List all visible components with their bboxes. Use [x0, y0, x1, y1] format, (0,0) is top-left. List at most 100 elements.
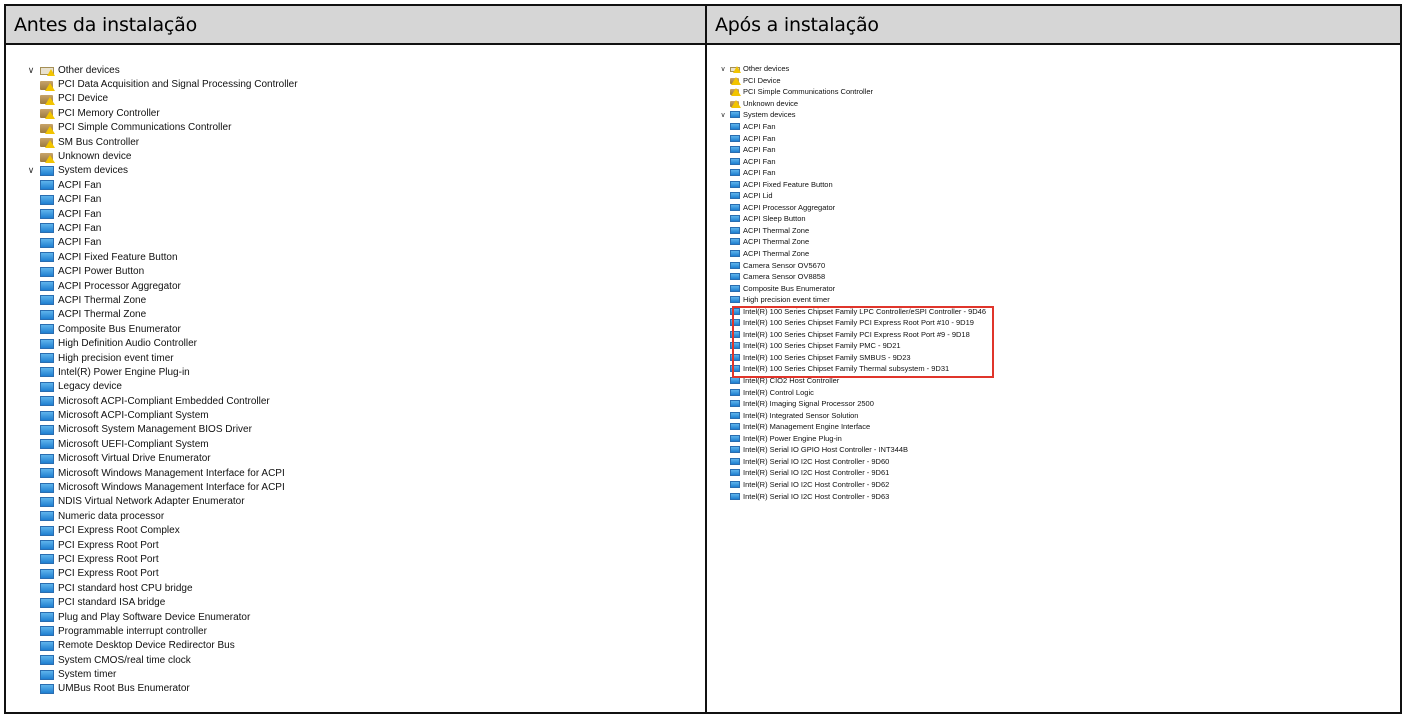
- device-item[interactable]: Camera Sensor OV8858: [719, 271, 986, 283]
- device-item[interactable]: ACPI Thermal Zone: [719, 236, 986, 248]
- device-item[interactable]: PCI Express Root Port: [26, 567, 298, 581]
- chevron-down-icon[interactable]: ∨: [719, 111, 727, 119]
- device-label: PCI Simple Communications Controller: [743, 87, 874, 97]
- device-label: ACPI Fan: [58, 222, 102, 234]
- monitor-device-icon: [730, 226, 740, 234]
- device-item[interactable]: PCI Simple Communications Controller: [26, 121, 298, 135]
- before-title: Antes da instalação: [14, 13, 198, 36]
- chevron-down-icon[interactable]: ∨: [719, 65, 727, 73]
- device-item[interactable]: Intel(R) Imaging Signal Processor 2500: [719, 398, 986, 410]
- device-item[interactable]: Unknown device: [719, 98, 986, 110]
- monitor-device-icon: [730, 423, 740, 431]
- device-label: Intel(R) Power Engine Plug-in: [58, 366, 190, 378]
- device-item[interactable]: System timer: [26, 667, 298, 681]
- device-item[interactable]: ACPI Thermal Zone: [26, 308, 298, 322]
- device-item[interactable]: ACPI Fan: [719, 155, 986, 167]
- device-item[interactable]: Intel(R) Serial IO GPIO Host Controller …: [719, 444, 986, 456]
- device-item[interactable]: ACPI Fan: [26, 193, 298, 207]
- device-item[interactable]: High Definition Audio Controller: [26, 336, 298, 350]
- monitor-device-icon: [40, 295, 54, 306]
- device-item[interactable]: Intel(R) Power Engine Plug-in: [26, 365, 298, 379]
- after-screenshot-panel: ∨ Other devices PCI Device PCI Simple Commu…: [707, 45, 1400, 712]
- device-item[interactable]: PCI Data Acquisition and Signal Processi…: [26, 77, 298, 91]
- device-item[interactable]: ACPI Thermal Zone: [26, 293, 298, 307]
- device-item[interactable]: Microsoft ACPI-Compliant System: [26, 408, 298, 422]
- device-item[interactable]: ACPI Fan: [719, 167, 986, 179]
- device-item[interactable]: PCI Device: [719, 75, 986, 87]
- device-item[interactable]: ACPI Fan: [26, 178, 298, 192]
- device-item[interactable]: High precision event timer: [719, 294, 986, 306]
- device-item[interactable]: Intel(R) Power Engine Plug-in: [719, 433, 986, 445]
- device-item[interactable]: Microsoft ACPI-Compliant Embedded Contro…: [26, 394, 298, 408]
- device-item[interactable]: Legacy device: [26, 380, 298, 394]
- device-item[interactable]: Intel(R) Serial IO I2C Host Controller -…: [719, 467, 986, 479]
- group-system-devices[interactable]: ∨ System devices: [26, 164, 298, 178]
- device-label: Intel(R) Imaging Signal Processor 2500: [743, 399, 874, 409]
- device-item[interactable]: PCI standard host CPU bridge: [26, 581, 298, 595]
- monitor-device-icon: [730, 261, 740, 269]
- device-item[interactable]: Unknown device: [26, 149, 298, 163]
- device-label: Microsoft ACPI-Compliant System: [58, 410, 209, 422]
- device-item[interactable]: PCI Express Root Port: [26, 552, 298, 566]
- device-item[interactable]: Intel(R) Integrated Sensor Solution: [719, 409, 986, 421]
- group-other-devices[interactable]: ∨ Other devices: [26, 63, 298, 77]
- device-item[interactable]: ACPI Sleep Button: [719, 213, 986, 225]
- device-item[interactable]: Plug and Play Software Device Enumerator: [26, 610, 298, 624]
- device-item[interactable]: Programmable interrupt controller: [26, 624, 298, 638]
- device-item[interactable]: ACPI Fixed Feature Button: [26, 250, 298, 264]
- device-label: ACPI Thermal Zone: [743, 249, 810, 259]
- device-item[interactable]: PCI Express Root Complex: [26, 524, 298, 538]
- after-device-tree: ∨ Other devices PCI Device PCI Simple Commu…: [719, 63, 986, 502]
- device-item[interactable]: UMBus Root Bus Enumerator: [26, 682, 298, 696]
- device-item[interactable]: ACPI Fan: [719, 132, 986, 144]
- group-other-devices[interactable]: ∨ Other devices: [719, 63, 986, 75]
- device-item[interactable]: Microsoft UEFI-Compliant System: [26, 437, 298, 451]
- monitor-device-icon: [40, 324, 54, 335]
- device-item[interactable]: NDIS Virtual Network Adapter Enumerator: [26, 495, 298, 509]
- device-item[interactable]: Composite Bus Enumerator: [26, 322, 298, 336]
- device-item[interactable]: Numeric data processor: [26, 509, 298, 523]
- device-item[interactable]: ACPI Fan: [26, 207, 298, 221]
- monitor-device-icon: [40, 554, 54, 565]
- device-item[interactable]: PCI Simple Communications Controller: [719, 86, 986, 98]
- warning-device-icon: [40, 152, 55, 163]
- device-item[interactable]: System CMOS/real time clock: [26, 653, 298, 667]
- device-item[interactable]: Composite Bus Enumerator: [719, 282, 986, 294]
- before-device-tree: ∨ Other devices PCI Data Acquisition and S…: [26, 63, 298, 696]
- device-item[interactable]: PCI Device: [26, 92, 298, 106]
- device-item[interactable]: ACPI Fan: [26, 236, 298, 250]
- device-item[interactable]: ACPI Processor Aggregator: [26, 279, 298, 293]
- device-item[interactable]: ACPI Lid: [719, 190, 986, 202]
- device-item[interactable]: ACPI Fixed Feature Button: [719, 178, 986, 190]
- device-item[interactable]: Remote Desktop Device Redirector Bus: [26, 639, 298, 653]
- device-item[interactable]: Intel(R) Serial IO I2C Host Controller -…: [719, 490, 986, 502]
- device-item[interactable]: Camera Sensor OV5670: [719, 259, 986, 271]
- device-item[interactable]: PCI Express Root Port: [26, 538, 298, 552]
- device-item[interactable]: Microsoft System Management BIOS Driver: [26, 423, 298, 437]
- device-item[interactable]: Intel(R) Serial IO I2C Host Controller -…: [719, 479, 986, 491]
- device-item[interactable]: Intel(R) Control Logic: [719, 386, 986, 398]
- device-item[interactable]: Intel(R) Management Engine Interface: [719, 421, 986, 433]
- group-system-devices[interactable]: ∨ System devices: [719, 109, 986, 121]
- device-item[interactable]: ACPI Power Button: [26, 264, 298, 278]
- device-item[interactable]: ACPI Thermal Zone: [719, 248, 986, 260]
- device-item[interactable]: Microsoft Windows Management Interface f…: [26, 480, 298, 494]
- device-item[interactable]: Intel(R) Serial IO I2C Host Controller -…: [719, 456, 986, 468]
- device-item[interactable]: Microsoft Virtual Drive Enumerator: [26, 452, 298, 466]
- device-item[interactable]: ACPI Fan: [26, 221, 298, 235]
- device-item[interactable]: SM Bus Controller: [26, 135, 298, 149]
- device-item[interactable]: PCI standard ISA bridge: [26, 595, 298, 609]
- chevron-down-icon[interactable]: ∨: [26, 65, 36, 76]
- device-item[interactable]: ACPI Fan: [719, 121, 986, 133]
- device-item[interactable]: PCI Memory Controller: [26, 106, 298, 120]
- device-item[interactable]: Microsoft Windows Management Interface f…: [26, 466, 298, 480]
- monitor-device-icon: [730, 377, 740, 385]
- monitor-device-icon: [40, 424, 54, 435]
- device-item[interactable]: ACPI Processor Aggregator: [719, 202, 986, 214]
- device-item[interactable]: ACPI Fan: [719, 144, 986, 156]
- device-label: PCI Express Root Port: [58, 568, 159, 580]
- device-item[interactable]: ACPI Thermal Zone: [719, 225, 986, 237]
- chevron-down-icon[interactable]: ∨: [26, 165, 36, 176]
- device-label: PCI standard ISA bridge: [58, 597, 166, 609]
- device-item[interactable]: High precision event timer: [26, 351, 298, 365]
